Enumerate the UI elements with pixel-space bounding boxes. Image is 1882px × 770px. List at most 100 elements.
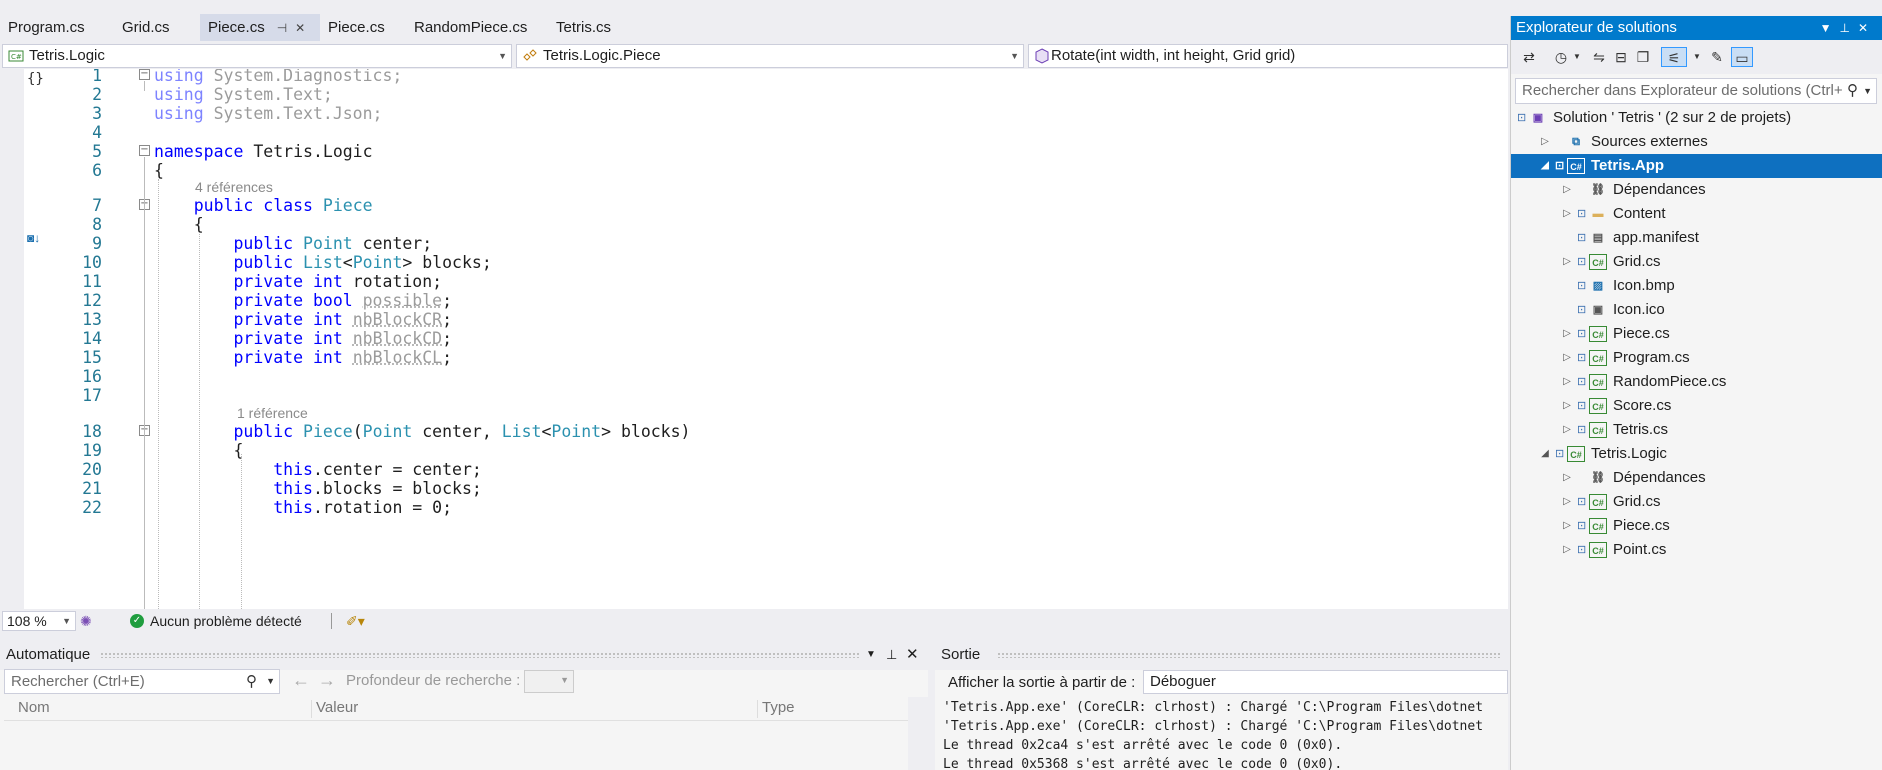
chevron-down-icon[interactable]: ▼ bbox=[1567, 47, 1587, 67]
output-source-label: Afficher la sortie à partir de : bbox=[948, 674, 1136, 691]
forward-arrow-icon[interactable]: → bbox=[318, 670, 336, 691]
expand-arrow-icon[interactable]: ▷ bbox=[1561, 250, 1573, 274]
column-header-name[interactable]: Nom bbox=[18, 696, 50, 720]
collapse-region-icon[interactable]: − bbox=[139, 69, 150, 80]
csharp-file-icon: C# bbox=[1589, 494, 1607, 510]
editor-status-bar: 108 % ▼ ✺ ✓ Aucun problème détecté ✐▾ bbox=[0, 609, 1508, 633]
lock-icon: ⊡ bbox=[1577, 208, 1587, 220]
tab-piece-cs[interactable]: Piece.cs ⊣ ✕ bbox=[200, 14, 320, 41]
tree-item[interactable]: ▷ ⊡ C# Piece.cs bbox=[1511, 514, 1882, 538]
chevron-down-icon[interactable]: ▼ bbox=[1687, 47, 1707, 67]
close-icon[interactable]: ✕ bbox=[295, 21, 305, 35]
tree-item[interactable]: ▷ ⛓ Dépendances bbox=[1511, 178, 1882, 202]
problems-status[interactable]: Aucun problème détecté bbox=[150, 609, 302, 633]
view-hierarchy-icon[interactable]: ⚟ bbox=[1661, 47, 1687, 67]
expand-arrow-icon[interactable]: ▷ bbox=[1561, 178, 1573, 202]
expand-arrow-icon[interactable]: ▷ bbox=[1561, 490, 1573, 514]
tree-item[interactable]: ▷ ⧉ Sources externes bbox=[1511, 130, 1882, 154]
tree-item[interactable]: ◢ ⊡ C# Tetris.App bbox=[1511, 154, 1882, 178]
output-line: Le thread 0x5368 s'est arrêté avec le co… bbox=[943, 757, 1343, 770]
pin-icon[interactable]: ⊥ bbox=[886, 640, 897, 670]
solution-explorer: Explorateur de solutions ▼⊥✕ ⇄ ◷ ▼ ⇋ ⊟ ❐… bbox=[1510, 16, 1882, 770]
pin-icon[interactable]: ⊣ bbox=[277, 21, 287, 35]
tree-item[interactable]: ▷ ⊡ C# Score.cs bbox=[1511, 394, 1882, 418]
expand-arrow-icon[interactable]: ▷ bbox=[1561, 538, 1573, 562]
collapse-region-icon[interactable]: − bbox=[139, 145, 150, 156]
expand-arrow-icon[interactable]: ▷ bbox=[1561, 202, 1573, 226]
close-icon[interactable]: ✕ bbox=[1858, 21, 1876, 35]
tab-tetris-cs[interactable]: Tetris.cs bbox=[548, 14, 638, 41]
intellicode-icon[interactable]: ✺ bbox=[80, 609, 92, 633]
chevron-down-icon[interactable]: ▼ bbox=[1820, 21, 1840, 35]
switch-views-icon[interactable]: ⇄ bbox=[1519, 47, 1539, 67]
expand-arrow-icon[interactable]: ▷ bbox=[1561, 514, 1573, 538]
preview-selected-icon[interactable]: ▭ bbox=[1731, 47, 1753, 67]
expand-arrow-icon[interactable]: ▷ bbox=[1561, 322, 1573, 346]
tab-piece-cs[interactable]: Piece.cs bbox=[320, 14, 406, 41]
tree-item[interactable]: ▷ ⊡ C# Program.cs bbox=[1511, 346, 1882, 370]
tree-item[interactable]: ▷ ⛓ Dépendances bbox=[1511, 466, 1882, 490]
chevron-down-icon: ▼ bbox=[560, 675, 569, 685]
expand-arrow-icon[interactable]: ▷ bbox=[1561, 370, 1573, 394]
sync-icon[interactable]: ⇋ bbox=[1589, 47, 1609, 67]
line-number: 17 bbox=[82, 386, 102, 405]
properties-wrench-icon[interactable]: ✎ bbox=[1707, 47, 1727, 67]
search-depth-dropdown[interactable]: ▼ bbox=[524, 670, 574, 693]
solution-explorer-search-placeholder: Rechercher dans Explorateur de solutions… bbox=[1522, 82, 1843, 99]
tab-program-cs[interactable]: Program.cs bbox=[0, 14, 114, 41]
tree-item[interactable]: ⊡ ▨ Icon.bmp bbox=[1511, 274, 1882, 298]
pin-icon[interactable]: ⊥ bbox=[1839, 21, 1857, 35]
output-source-dropdown[interactable]: Déboguer bbox=[1143, 670, 1508, 694]
expand-arrow-icon[interactable]: ▷ bbox=[1561, 418, 1573, 442]
autos-search-input[interactable]: Rechercher (Ctrl+E) ⚲ ▼ bbox=[4, 669, 280, 694]
tree-item-label: Grid.cs bbox=[1613, 493, 1661, 510]
tree-item[interactable]: ▷ ⊡ C# RandomPiece.cs bbox=[1511, 370, 1882, 394]
back-arrow-icon[interactable]: ← bbox=[292, 670, 310, 691]
code-lens-references[interactable]: 4 références bbox=[195, 177, 273, 197]
tree-item[interactable]: ▷ ⊡ C# Point.cs bbox=[1511, 538, 1882, 562]
expand-arrow-icon[interactable]: ▷ bbox=[1539, 130, 1551, 154]
tab-grid-cs[interactable]: Grid.cs bbox=[114, 14, 200, 41]
expand-arrow-icon[interactable]: ▷ bbox=[1561, 466, 1573, 490]
chevron-down-icon[interactable]: ▼ bbox=[866, 640, 876, 670]
panel-drag-handle[interactable] bbox=[997, 652, 1502, 658]
autos-panel: Automatique ▼ ⊥ ✕ Rechercher (Ctrl+E) ⚲ … bbox=[0, 640, 928, 770]
project-dropdown[interactable]: C# Tetris.Logic ▼ bbox=[2, 44, 512, 68]
code-lens-references[interactable]: 1 référence bbox=[237, 403, 308, 423]
close-icon[interactable]: ✕ bbox=[906, 640, 919, 670]
project-dropdown-label: Tetris.Logic bbox=[29, 47, 105, 64]
column-header-value[interactable]: Valeur bbox=[316, 696, 358, 720]
column-header-type[interactable]: Type bbox=[762, 696, 795, 720]
tree-item[interactable]: ▷ ⊡ ▬ Content bbox=[1511, 202, 1882, 226]
expanded-arrow-icon[interactable]: ◢ bbox=[1539, 442, 1551, 466]
tree-item[interactable]: ⊡ ▣ Icon.ico bbox=[1511, 298, 1882, 322]
autos-grid-scrollbar[interactable] bbox=[908, 697, 928, 770]
zoom-dropdown[interactable]: 108 % ▼ bbox=[2, 611, 76, 631]
collapse-all-icon[interactable]: ⊟ bbox=[1611, 47, 1631, 67]
tree-item[interactable]: ◢ ⊡ C# Tetris.Logic bbox=[1511, 442, 1882, 466]
tree-item[interactable]: ⊡ ▣ Solution ' Tetris ' (2 sur 2 de projet… bbox=[1511, 106, 1882, 130]
output-panel-header: Sortie bbox=[935, 640, 1508, 670]
expand-arrow-icon[interactable]: ▷ bbox=[1561, 346, 1573, 370]
tree-item[interactable]: ▷ ⊡ C# Piece.cs bbox=[1511, 322, 1882, 346]
tree-item[interactable]: ▷ ⊡ C# Grid.cs bbox=[1511, 250, 1882, 274]
member-dropdown[interactable]: Rotate(int width, int height, Grid grid) bbox=[1028, 44, 1508, 68]
code-editor[interactable]: {} ◙↓ 1− using System.Diagnostics; 2 using … bbox=[0, 69, 1508, 609]
type-dropdown[interactable]: Tetris.Logic.Piece ▼ bbox=[516, 44, 1024, 68]
lock-icon: ⊡ bbox=[1577, 400, 1587, 412]
tree-item[interactable]: ▷ ⊡ C# Grid.cs bbox=[1511, 490, 1882, 514]
code-cleanup-icon[interactable]: ✐▾ bbox=[346, 609, 365, 633]
panel-drag-handle[interactable] bbox=[100, 652, 860, 658]
column-divider bbox=[311, 700, 312, 718]
tree-item[interactable]: ▷ ⊡ C# Tetris.cs bbox=[1511, 418, 1882, 442]
expanded-arrow-icon[interactable]: ◢ bbox=[1539, 154, 1551, 178]
tree-item-label: Score.cs bbox=[1613, 397, 1672, 414]
show-all-files-icon[interactable]: ❐ bbox=[1633, 47, 1653, 67]
solution-explorer-search[interactable]: Rechercher dans Explorateur de solutions… bbox=[1515, 78, 1877, 104]
tab-randompiece-cs[interactable]: RandomPiece.cs bbox=[406, 14, 548, 41]
expand-arrow-icon[interactable]: ▷ bbox=[1561, 394, 1573, 418]
document-tabs: Program.cs Grid.cs Piece.cs ⊣ ✕ Piece.cs Rando… bbox=[0, 14, 762, 41]
output-text[interactable]: 'Tetris.App.exe' (CoreCLR: clrhost) : Ch… bbox=[943, 698, 1483, 770]
tree-item[interactable]: ⊡ ▤ app.manifest bbox=[1511, 226, 1882, 250]
